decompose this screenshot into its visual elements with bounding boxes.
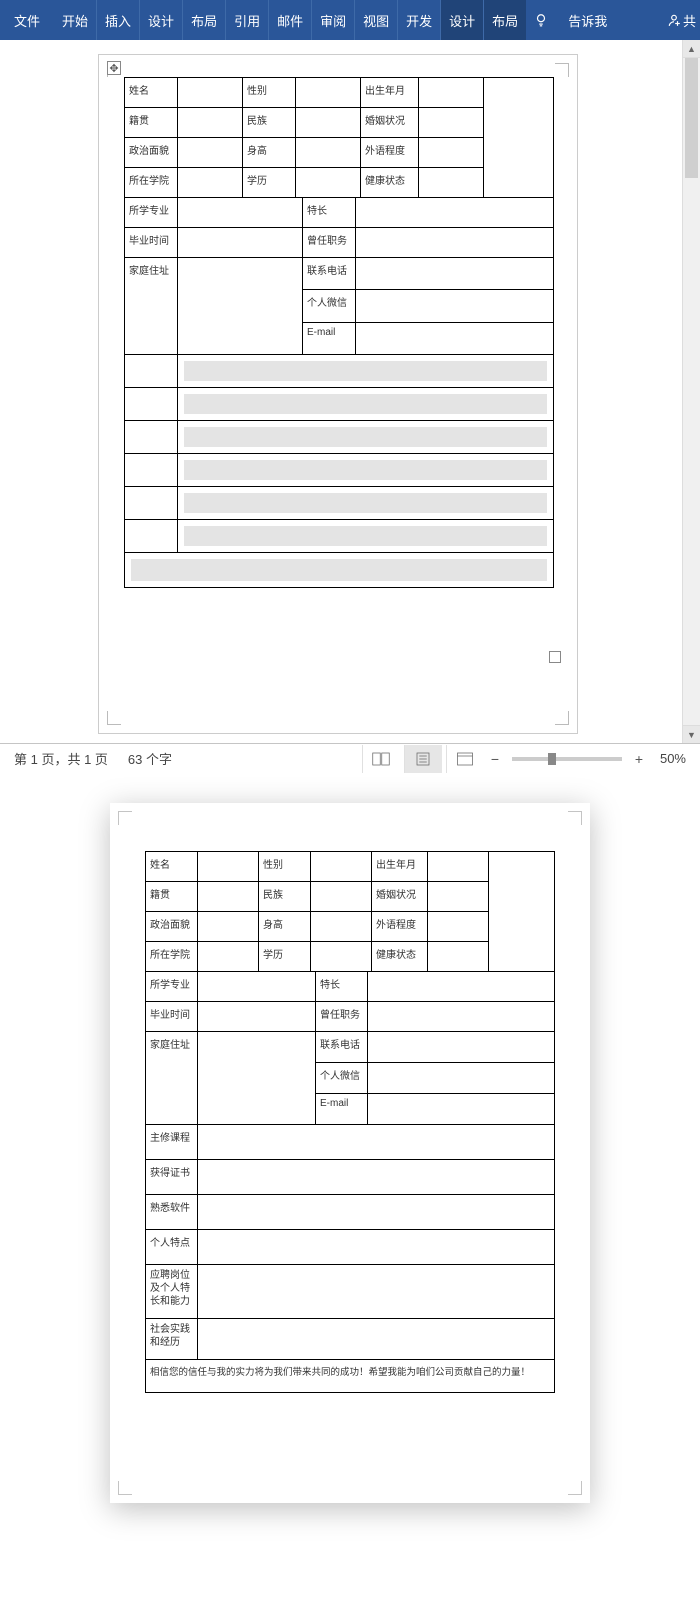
tab-review[interactable]: 审阅 (312, 0, 355, 40)
label-position-desc: 应聘岗位及个人特长和能力 (146, 1265, 198, 1318)
preview-area: 姓名性别出生年月 籍贯民族婚姻状况 政治面貌身高外语程度 所在学院学历健康状态 … (0, 773, 700, 1563)
margin-corner (555, 63, 569, 77)
page-preview: 姓名性别出生年月 籍贯民族婚姻状况 政治面貌身高外语程度 所在学院学历健康状态 … (110, 803, 590, 1503)
label-origin: 籍贯 (125, 108, 178, 137)
label-email: E-mail (303, 323, 356, 354)
resume-table[interactable]: 姓名 性别 出生年月 籍贯 民族 婚姻状况 (124, 77, 554, 588)
label-specialty: 特长 (303, 198, 356, 227)
read-mode-button[interactable] (362, 745, 400, 773)
status-bar: 第 1 页，共 1 页 63 个字 − + 50% (0, 743, 700, 773)
print-layout-button[interactable] (404, 745, 442, 773)
margin-corner (568, 1481, 582, 1495)
label-gradtime: 毕业时间 (125, 228, 178, 257)
tab-layout[interactable]: 布局 (183, 0, 226, 40)
label-marital: 婚姻状况 (361, 108, 419, 137)
label-name: 姓名 (125, 78, 178, 107)
table-move-handle-icon[interactable]: ✥ (107, 61, 121, 75)
web-layout-button[interactable] (446, 745, 484, 773)
margin-corner (568, 811, 582, 825)
section-row[interactable] (125, 388, 553, 421)
section-row[interactable] (125, 355, 553, 388)
label-courses: 主修课程 (146, 1125, 198, 1159)
label-ethnic: 民族 (243, 108, 296, 137)
label-height: 身高 (243, 138, 296, 167)
resume-table-preview: 姓名性别出生年月 籍贯民族婚姻状况 政治面貌身高外语程度 所在学院学历健康状态 … (145, 851, 555, 1393)
label-phone: 联系电话 (303, 258, 356, 289)
value-birth[interactable] (419, 78, 483, 107)
tab-table-layout[interactable]: 布局 (484, 0, 526, 40)
tab-table-design[interactable]: 设计 (441, 0, 484, 40)
tab-mailings[interactable]: 邮件 (269, 0, 312, 40)
section-row[interactable] (125, 421, 553, 454)
label-health: 健康状态 (361, 168, 419, 197)
share-label: 共 (683, 11, 696, 30)
label-experience: 社会实践和经历 (146, 1319, 198, 1359)
word-app-window: 文件 开始 插入 设计 布局 引用 邮件 审阅 视图 开发 设计 布局 告诉我 … (0, 0, 700, 773)
label-birth: 出生年月 (361, 78, 419, 107)
zoom-level[interactable]: 50% (660, 751, 686, 766)
label-personality: 个人特点 (146, 1230, 198, 1264)
label-college: 所在学院 (125, 168, 178, 197)
tab-developer[interactable]: 开发 (398, 0, 441, 40)
zoom-out-button[interactable]: − (488, 751, 502, 767)
value-name[interactable] (178, 78, 243, 107)
label-wechat: 个人微信 (303, 290, 356, 321)
footer-statement: 相信您的信任与我的实力将为我们带来共同的成功！希望我能为咱们公司贡献自己的力量！ (146, 1360, 534, 1392)
label-certs: 获得证书 (146, 1160, 198, 1194)
section-row[interactable] (125, 454, 553, 487)
label-software: 熟悉软件 (146, 1195, 198, 1229)
vertical-scrollbar[interactable]: ▲ ▼ (682, 40, 700, 743)
label-language: 外语程度 (361, 138, 419, 167)
zoom-slider[interactable] (512, 757, 622, 761)
scroll-up-icon[interactable]: ▲ (683, 40, 700, 58)
label-address: 家庭住址 (125, 258, 178, 354)
zoom-slider-knob[interactable] (548, 753, 556, 765)
photo-cell[interactable] (483, 78, 553, 197)
label-gender: 性别 (243, 78, 296, 107)
margin-corner (118, 811, 132, 825)
section-row[interactable] (125, 520, 553, 553)
zoom-in-button[interactable]: + (632, 751, 646, 767)
margin-corner (555, 711, 569, 725)
ribbon: 文件 开始 插入 设计 布局 引用 邮件 审阅 视图 开发 设计 布局 告诉我 … (0, 0, 700, 40)
margin-corner (107, 711, 121, 725)
page-counter[interactable]: 第 1 页，共 1 页 (14, 749, 108, 768)
document-canvas[interactable]: ✥ 姓名 性别 出生年月 籍贯 (0, 40, 682, 743)
tab-home[interactable]: 开始 (54, 0, 97, 40)
tell-me-search[interactable]: 告诉我 (556, 0, 619, 40)
tab-file[interactable]: 文件 (0, 0, 54, 40)
page-1[interactable]: ✥ 姓名 性别 出生年月 籍贯 (98, 54, 578, 734)
tab-view[interactable]: 视图 (355, 0, 398, 40)
margin-corner (118, 1481, 132, 1495)
table-resize-handle-icon[interactable] (549, 651, 561, 663)
label-political: 政治面貌 (125, 138, 178, 167)
share-button[interactable]: 共 (663, 0, 700, 40)
value-gender[interactable] (296, 78, 361, 107)
label-education: 学历 (243, 168, 296, 197)
word-counter[interactable]: 63 个字 (128, 749, 172, 768)
label-major: 所学专业 (125, 198, 178, 227)
footer-row[interactable] (125, 553, 553, 587)
scroll-thumb[interactable] (685, 58, 698, 178)
tab-references[interactable]: 引用 (226, 0, 269, 40)
lightbulb-icon[interactable] (526, 0, 556, 40)
photo-cell (488, 852, 554, 971)
tab-design[interactable]: 设计 (140, 0, 183, 40)
label-position: 曾任职务 (303, 228, 356, 257)
scroll-down-icon[interactable]: ▼ (683, 725, 700, 743)
tab-insert[interactable]: 插入 (97, 0, 140, 40)
section-row[interactable] (125, 487, 553, 520)
